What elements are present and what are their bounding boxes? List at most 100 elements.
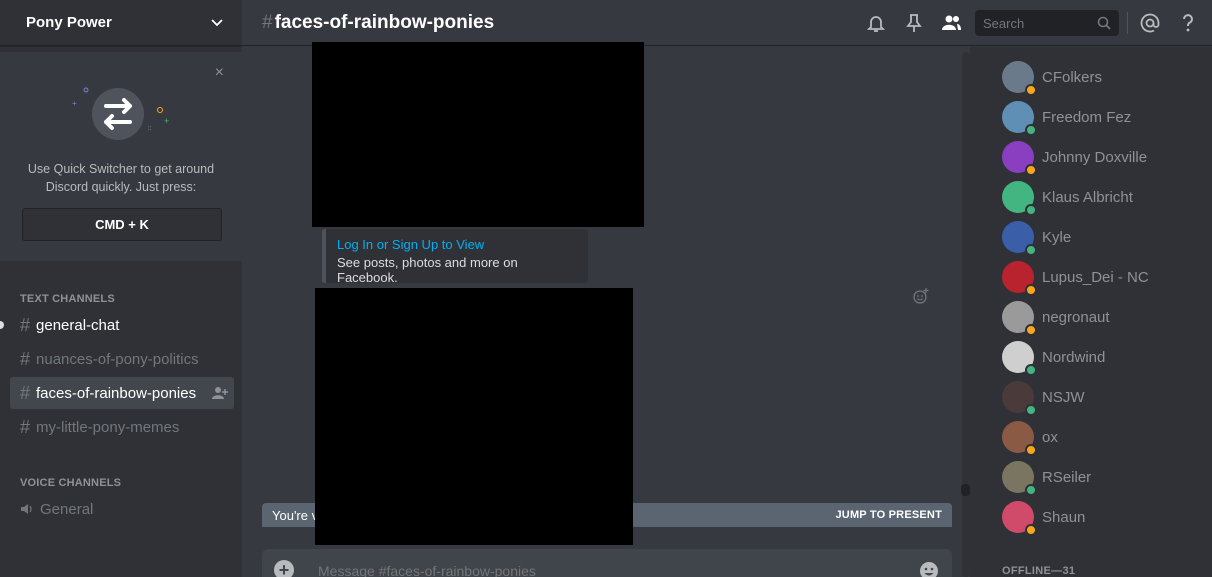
channel-label: general-chat bbox=[36, 316, 120, 334]
chat-header: # faces-of-rainbow-ponies Search bbox=[242, 0, 1212, 46]
avatar[interactable] bbox=[1002, 301, 1037, 336]
avatar[interactable] bbox=[1002, 101, 1037, 136]
member-name: CFolkers bbox=[1042, 68, 1103, 86]
embed-description: See posts, photos and more on Facebook. bbox=[337, 255, 518, 285]
facebook-embed: Log In or Sign Up to View See posts, pho… bbox=[322, 229, 588, 285]
speaker-icon bbox=[21, 504, 32, 514]
member-name: Klaus Albricht bbox=[1042, 188, 1133, 206]
status-indicator bbox=[1025, 524, 1037, 536]
status-indicator bbox=[1025, 404, 1037, 416]
channel-label: faces-of-rainbow-ponies bbox=[36, 384, 197, 402]
message-scrollbar[interactable] bbox=[962, 52, 970, 577]
member-name: Shaun bbox=[1042, 508, 1086, 526]
unread-indicator bbox=[0, 321, 4, 329]
quick-switcher-tip: × + + :: Use Quick Switcher to get aroun… bbox=[0, 52, 242, 261]
emoji-picker-icon[interactable] bbox=[918, 560, 940, 577]
header-divider bbox=[1127, 12, 1128, 34]
svg-text:::: :: bbox=[148, 126, 152, 132]
status-indicator bbox=[1025, 244, 1037, 256]
member-item[interactable]: Lupus_Dei - NC bbox=[1002, 257, 1149, 297]
member-item[interactable]: ox bbox=[1002, 417, 1058, 457]
member-name: Nordwind bbox=[1042, 348, 1106, 366]
search-icon[interactable] bbox=[1097, 16, 1111, 30]
scrollbar-thumb[interactable] bbox=[961, 484, 970, 496]
guild-name: Pony Power bbox=[26, 14, 112, 31]
status-indicator bbox=[1025, 444, 1037, 456]
avatar[interactable] bbox=[1002, 141, 1037, 176]
channel-general-chat[interactable]: # general-chat bbox=[0, 309, 234, 341]
members-icon[interactable] bbox=[940, 12, 962, 34]
member-name: negronaut bbox=[1042, 308, 1110, 326]
channel-label: my-little-pony-memes bbox=[36, 418, 180, 436]
hash-icon: # bbox=[20, 416, 31, 437]
status-indicator bbox=[1025, 164, 1037, 176]
avatar[interactable] bbox=[1002, 61, 1037, 96]
avatar[interactable] bbox=[1002, 421, 1037, 456]
member-name: ox bbox=[1042, 428, 1058, 446]
member-item[interactable]: Klaus Albricht bbox=[1002, 177, 1133, 217]
channel-nuances-of-pony-politics[interactable]: # nuances-of-pony-politics bbox=[10, 343, 234, 375]
quick-switcher-text: Use Quick Switcher to get around Discord… bbox=[27, 162, 215, 194]
svg-text:+: + bbox=[164, 116, 169, 126]
chevron-down-icon[interactable] bbox=[210, 16, 224, 30]
voice-channel-general[interactable]: General bbox=[10, 493, 234, 525]
avatar[interactable] bbox=[1002, 181, 1037, 216]
embed-image-redacted[interactable] bbox=[312, 42, 644, 227]
member-item[interactable]: Johnny Doxville bbox=[1002, 137, 1147, 177]
status-indicator bbox=[1025, 324, 1037, 336]
add-reaction-icon[interactable] bbox=[912, 287, 930, 305]
channel-title-text: faces-of-rainbow-ponies bbox=[274, 11, 495, 33]
status-indicator bbox=[1025, 204, 1037, 216]
pin-icon[interactable] bbox=[903, 12, 925, 34]
member-item[interactable]: Kyle bbox=[1002, 217, 1071, 257]
member-item[interactable]: Freedom Fez bbox=[1002, 97, 1131, 137]
hash-icon: # bbox=[262, 11, 273, 33]
member-name: Lupus_Dei - NC bbox=[1042, 268, 1149, 286]
help-icon[interactable] bbox=[1177, 12, 1199, 34]
member-item[interactable]: negronaut bbox=[1002, 297, 1110, 337]
close-icon[interactable]: × bbox=[215, 64, 224, 82]
search-input[interactable]: Search bbox=[983, 16, 1024, 31]
member-name: Kyle bbox=[1042, 228, 1072, 246]
avatar[interactable] bbox=[1002, 501, 1037, 536]
member-item[interactable]: NSJW bbox=[1002, 377, 1085, 417]
voice-channels-category[interactable]: VOICE CHANNELS bbox=[20, 477, 121, 489]
status-indicator bbox=[1025, 124, 1037, 136]
channel-sidebar: Pony Power × + + :: Use Quick Switcher t… bbox=[0, 0, 242, 577]
message-composer: + bbox=[262, 549, 952, 577]
avatar[interactable] bbox=[1002, 461, 1037, 496]
avatar[interactable] bbox=[1002, 221, 1037, 256]
quick-switcher-arrows-icon: + + :: bbox=[72, 87, 169, 140]
member-name: Johnny Doxville bbox=[1042, 148, 1148, 166]
avatar[interactable] bbox=[1002, 341, 1037, 376]
quick-switcher-shortcut[interactable]: CMD + K bbox=[22, 208, 222, 241]
member-item[interactable]: CFolkers bbox=[1002, 57, 1102, 97]
guild-header[interactable]: Pony Power bbox=[0, 0, 242, 46]
channel-my-little-pony-memes[interactable]: # my-little-pony-memes bbox=[10, 411, 234, 443]
avatar[interactable] bbox=[1002, 261, 1037, 296]
message-input[interactable] bbox=[318, 563, 878, 577]
offline-category: OFFLINE—31 bbox=[1002, 565, 1076, 577]
hash-icon: # bbox=[20, 348, 31, 369]
add-user-icon[interactable] bbox=[212, 386, 228, 400]
text-channels-category[interactable]: TEXT CHANNELS bbox=[20, 293, 115, 305]
bell-icon[interactable] bbox=[865, 12, 887, 34]
status-indicator bbox=[1025, 284, 1037, 296]
hash-icon: # bbox=[20, 314, 31, 335]
search-box[interactable]: Search bbox=[975, 10, 1119, 36]
upload-plus-icon[interactable]: + bbox=[274, 560, 294, 577]
member-item[interactable]: Nordwind bbox=[1002, 337, 1105, 377]
channel-label: General bbox=[40, 500, 94, 518]
member-name: NSJW bbox=[1042, 388, 1085, 406]
status-indicator bbox=[1025, 484, 1037, 496]
embed-title-link[interactable]: Log In or Sign Up to View bbox=[337, 237, 577, 252]
channel-faces-of-rainbow-ponies[interactable]: # faces-of-rainbow-ponies bbox=[10, 377, 234, 409]
status-indicator bbox=[1025, 364, 1037, 376]
embed-image-redacted-2[interactable] bbox=[315, 288, 633, 545]
mention-icon[interactable] bbox=[1139, 12, 1161, 34]
older-messages-text: You're v bbox=[272, 507, 319, 523]
jump-to-present-button[interactable]: JUMP TO PRESENT bbox=[835, 509, 942, 521]
avatar[interactable] bbox=[1002, 381, 1037, 416]
member-item[interactable]: RSeiler bbox=[1002, 457, 1091, 497]
member-item[interactable]: Shaun bbox=[1002, 497, 1085, 537]
